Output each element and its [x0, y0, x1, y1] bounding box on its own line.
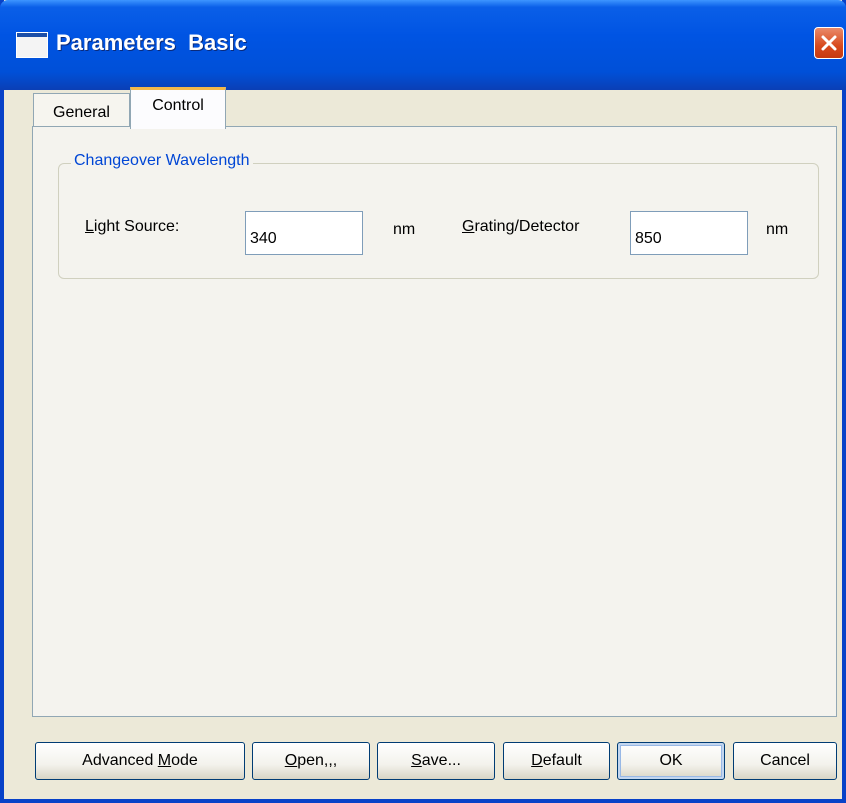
tab-general-label: General: [53, 104, 110, 121]
tab-control[interactable]: Control: [130, 87, 226, 129]
save-button[interactable]: Save...: [377, 742, 495, 780]
tab-general[interactable]: General: [33, 93, 130, 128]
grating-detector-unit: nm: [766, 221, 789, 238]
advanced-mode-label-pre: Advanced: [82, 752, 158, 769]
open-accel: O: [284, 752, 298, 769]
light-source-label-text: ight Source:: [93, 218, 180, 235]
light-source-unit: nm: [393, 221, 416, 238]
light-source-input[interactable]: [245, 211, 363, 255]
grating-detector-label: Grating/Detector: [462, 218, 579, 236]
close-button[interactable]: [814, 27, 844, 59]
tab-control-label: Control: [152, 97, 204, 114]
tab-panel-control: Changeover Wavelength Light Source: nm G…: [32, 126, 837, 717]
save-accel: S: [411, 752, 422, 769]
dialog-window: Parameters Basic General Control Changeo…: [0, 0, 846, 803]
window-icon: [16, 32, 48, 58]
title-bar[interactable]: Parameters Basic: [0, 0, 846, 90]
light-source-accel: L: [85, 218, 94, 235]
window-title: Parameters Basic: [56, 30, 247, 55]
open-label: pen,,,: [297, 752, 338, 769]
advanced-mode-accel: M: [157, 752, 172, 769]
light-source-label: Light Source:: [85, 218, 179, 236]
save-label: ave...: [421, 752, 461, 769]
grating-detector-label-text: rating/Detector: [474, 218, 580, 235]
cancel-button[interactable]: Cancel: [733, 742, 837, 780]
grating-detector-accel: G: [462, 218, 475, 235]
default-accel: D: [531, 752, 543, 769]
close-icon: [821, 35, 837, 51]
group-title: Changeover Wavelength: [71, 152, 253, 170]
changeover-wavelength-group: Changeover Wavelength Light Source: nm G…: [58, 152, 819, 279]
open-button[interactable]: Open,,,: [252, 742, 370, 780]
ok-button[interactable]: OK: [617, 742, 725, 780]
advanced-mode-label-post: ode: [171, 752, 198, 769]
default-button[interactable]: Default: [503, 742, 610, 780]
advanced-mode-button[interactable]: Advanced Mode: [35, 742, 245, 780]
default-label: efault: [542, 752, 582, 769]
grating-detector-input[interactable]: [630, 211, 748, 255]
